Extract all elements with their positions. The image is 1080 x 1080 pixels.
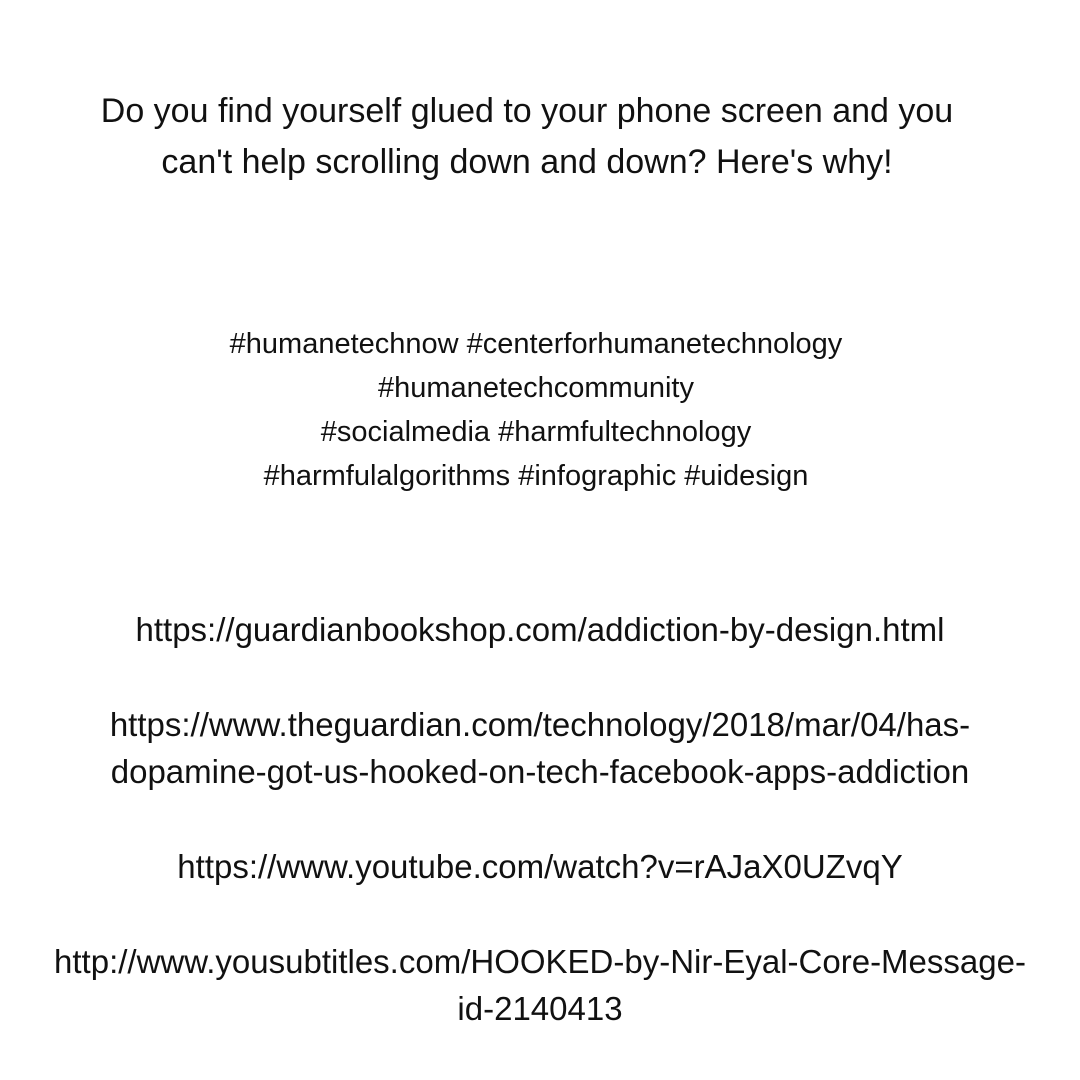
link-guardian-article: https://www.theguardian.com/technology/2…	[0, 701, 1080, 795]
headline-line-2: can't help scrolling down and down? Here…	[161, 143, 893, 181]
hashtag-line-3: #socialmedia #harmfultechnology	[320, 416, 752, 448]
source-links: https://guardianbookshop.com/addiction-b…	[0, 606, 1080, 1032]
link-guardian-bookshop-text: https://guardianbookshop.com/addiction-b…	[135, 611, 945, 648]
link-guardian-bookshop: https://guardianbookshop.com/addiction-b…	[0, 606, 1080, 653]
hashtag-list: #humanetechnow #centerforhumanetechnolog…	[0, 322, 1072, 498]
headline-line-1: Do you find yourself glued to your phone…	[100, 92, 954, 130]
link-yousubtitles: http://www.yousubtitles.com/HOOKED-by-Ni…	[0, 938, 1080, 1032]
link-yousubtitles-line-2: id-2140413	[457, 990, 623, 1027]
link-youtube-text: https://www.youtube.com/watch?v=rAJaX0UZ…	[177, 848, 903, 885]
hashtag-line-1: #humanetechnow #centerforhumanetechnolog…	[229, 328, 843, 360]
hashtag-line-2: #humanetechcommunity	[378, 372, 694, 404]
post-image: Do you find yourself glued to your phone…	[0, 0, 1080, 1080]
link-guardian-article-line-2: dopamine-got-us-hooked-on-tech-facebook-…	[110, 753, 970, 790]
link-guardian-article-line-1: https://www.theguardian.com/technology/2…	[109, 706, 971, 743]
link-youtube: https://www.youtube.com/watch?v=rAJaX0UZ…	[0, 843, 1080, 890]
headline: Do you find yourself glued to your phone…	[0, 86, 1054, 188]
hashtag-line-4: #harmfulalgorithms #infographic #uidesig…	[263, 460, 809, 492]
link-yousubtitles-line-1: http://www.yousubtitles.com/HOOKED-by-Ni…	[54, 943, 1026, 980]
